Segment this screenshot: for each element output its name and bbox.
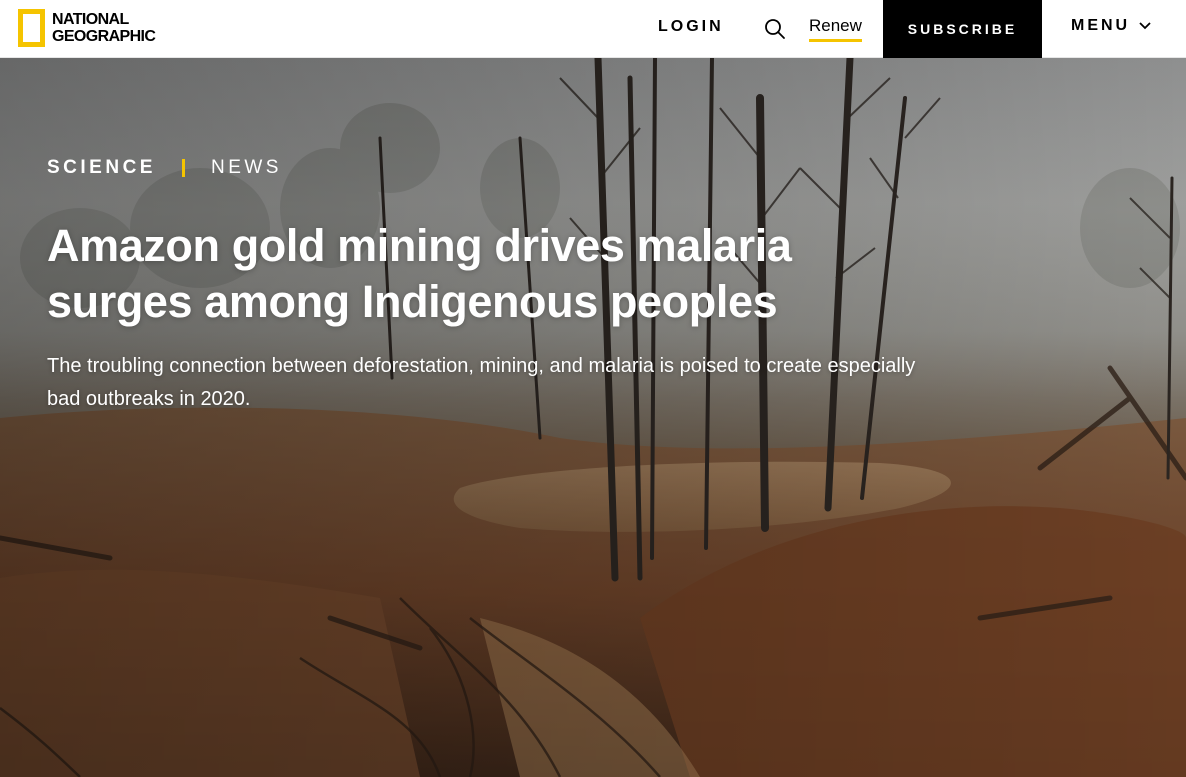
article-headline: Amazon gold mining drives malaria surges… — [47, 220, 792, 327]
subscribe-button[interactable]: SUBSCRIBE — [883, 0, 1042, 58]
menu-label: MENU — [1071, 17, 1131, 34]
national-geographic-logo[interactable]: NATIONAL GEOGRAPHIC — [18, 8, 156, 48]
article-kicker: SCIENCE NEWS — [47, 157, 282, 179]
section-label[interactable]: SCIENCE — [47, 157, 156, 179]
menu-button[interactable]: MENU — [1071, 17, 1152, 35]
renew-link[interactable]: Renew — [809, 16, 862, 42]
category-label[interactable]: NEWS — [211, 157, 282, 179]
login-link[interactable]: LOGIN — [658, 18, 724, 36]
logo-wordmark: NATIONAL GEOGRAPHIC — [52, 11, 156, 45]
hero-banner: SCIENCE NEWS Amazon gold mining drives m… — [0, 58, 1186, 777]
search-icon[interactable] — [763, 17, 787, 41]
yellow-border-logo-icon — [18, 9, 45, 47]
kicker-divider — [181, 159, 185, 177]
logo-line-2: GEOGRAPHIC — [52, 28, 156, 45]
article-dek: The troubling connection between defores… — [47, 355, 916, 410]
logo-line-1: NATIONAL — [52, 11, 129, 28]
chevron-down-icon — [1139, 22, 1151, 30]
site-header: NATIONAL GEOGRAPHIC LOGIN Renew SUBSCRIB… — [0, 0, 1186, 58]
subscribe-label: SUBSCRIBE — [907, 21, 1018, 37]
